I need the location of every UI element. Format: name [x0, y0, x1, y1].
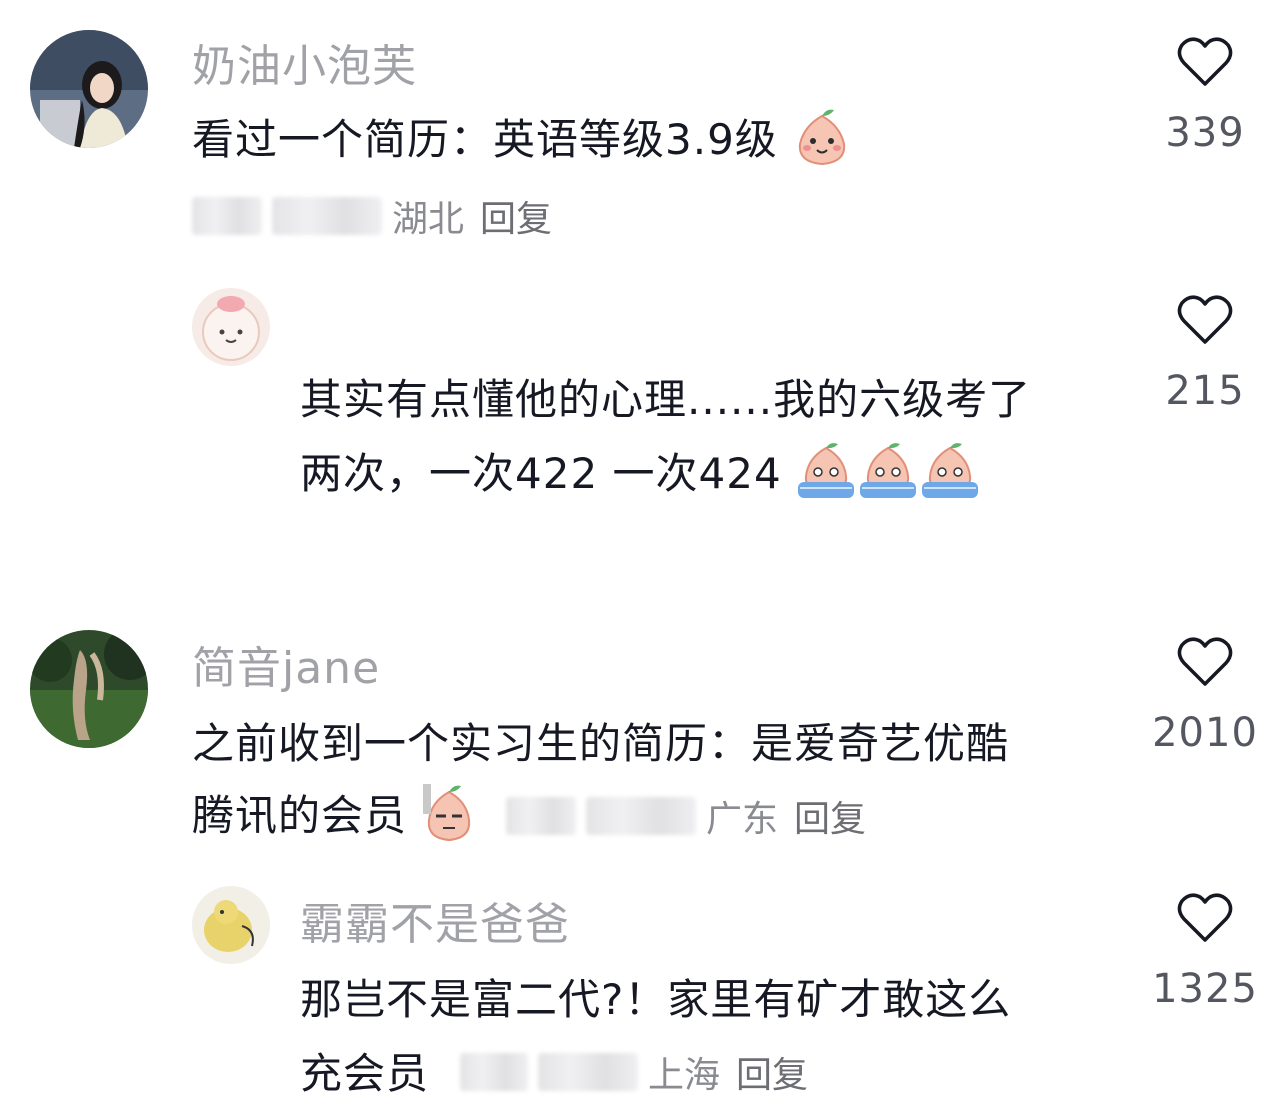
comment-text: 两次，一次422 一次424: [300, 440, 982, 512]
location-label: 广东: [706, 799, 779, 840]
comment-meta: 湖北 回复: [192, 190, 552, 242]
like-button[interactable]: 2010: [1140, 636, 1270, 756]
heart-icon: [1177, 37, 1233, 86]
comment-text: 其实有点懂他的心理......我的六级考了: [300, 375, 1032, 424]
like-count: 215: [1165, 368, 1245, 414]
peach-crying-icon: [796, 442, 982, 512]
reply-button[interactable]: 回复: [480, 190, 552, 242]
username[interactable]: 奶油小泡芙: [192, 30, 417, 94]
blurred-date: [460, 1053, 528, 1091]
like-count: 2010: [1152, 710, 1258, 756]
like-count: 339: [1165, 110, 1245, 156]
location-label: 湖北: [392, 199, 465, 240]
location-label: 上海: [648, 1055, 721, 1096]
peach-speechless-icon: [421, 783, 477, 854]
like-count: 1325: [1152, 966, 1258, 1012]
blurred-text: [586, 797, 696, 835]
comment-text: 腾讯的会员: [192, 782, 477, 854]
comment-text: 充会员: [300, 1049, 430, 1098]
heart-icon: [1177, 637, 1233, 686]
like-button[interactable]: 1325: [1140, 892, 1270, 1012]
blurred-date: [506, 797, 576, 835]
avatar[interactable]: [30, 630, 148, 748]
blurred-text: [538, 1053, 638, 1091]
heart-icon: [1177, 295, 1233, 344]
avatar[interactable]: [192, 288, 270, 366]
comment-meta: 广东 回复: [506, 790, 866, 842]
avatar[interactable]: [30, 30, 148, 148]
username[interactable]: 简音jane: [192, 632, 380, 696]
reply-button[interactable]: 回复: [794, 790, 866, 842]
comment-text: 那岂不是富二代?！家里有矿才敢这么: [300, 975, 1012, 1024]
like-button[interactable]: 339: [1140, 36, 1270, 156]
username[interactable]: 霸霸不是爸爸: [300, 888, 570, 952]
peach-smile-icon: [792, 108, 852, 178]
like-button[interactable]: 215: [1140, 294, 1270, 414]
comment-meta: 上海 回复: [460, 1046, 808, 1098]
blurred-date: [192, 197, 262, 235]
heart-icon: [1177, 893, 1233, 942]
avatar[interactable]: [192, 886, 270, 964]
comment-text: 看过一个简历：英语等级3.9级: [192, 106, 852, 178]
reply-button[interactable]: 回复: [736, 1046, 808, 1098]
blurred-text: [272, 197, 382, 235]
comment-text: 之前收到一个实习生的简历：是爱奇艺优酷: [192, 719, 1010, 768]
